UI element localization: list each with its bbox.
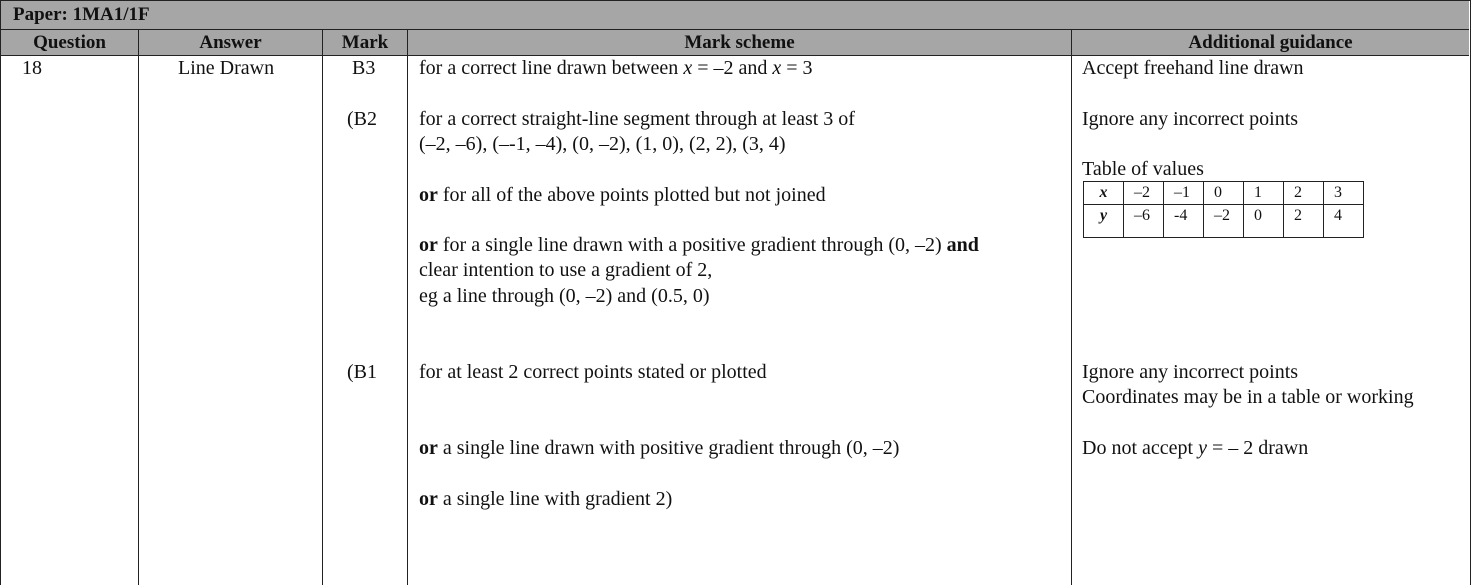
guidance-coordinates: Coordinates may be in a table or working: [1082, 386, 1414, 408]
frame-right-border: [1470, 0, 1471, 585]
scheme-b2-line1: for a correct straight-line segment thro…: [419, 108, 855, 130]
scheme-b2-or1-rest: for all of the above points plotted but …: [437, 184, 826, 206]
frame-left-border: [0, 0, 1, 585]
paper-title: Paper: 1MA1/1F: [13, 4, 150, 25]
column-divider: [138, 30, 139, 585]
paper-header-bar: Paper: 1MA1/1F: [1, 1, 1469, 30]
guidance-g6-post: = – 2 drawn: [1206, 437, 1309, 459]
table-row: y –6 -4 –2 0 2 4: [1083, 204, 1364, 238]
scheme-b3-var-x2: x: [772, 57, 782, 79]
scheme-b2-or2-line2: clear intention to use a gradient of 2,: [419, 259, 713, 281]
table-cell: 3: [1323, 181, 1364, 205]
table-of-values: x –2 –1 0 1 2 3 y –6 -4 –2 0 2 4: [1083, 181, 1364, 238]
question-number: 18: [22, 57, 42, 79]
scheme-b2-or1: or for all of the above points plotted b…: [419, 183, 826, 208]
guidance-g6-var: y: [1198, 437, 1207, 459]
scheme-b2-or2-rest: for a single line drawn with a positive …: [437, 234, 947, 256]
scheme-b1-or1: or a single line drawn with positive gra…: [419, 436, 899, 461]
guidance-freehand: Accept freehand line drawn: [1082, 57, 1304, 79]
guidance-ignore-incorrect: Ignore any incorrect points: [1082, 108, 1299, 130]
scheme-b2-line2: (–2, –6), (–-1, –4), (0, –2), (1, 0), (2…: [419, 133, 786, 155]
mark-scheme-page: Paper: 1MA1/1F Question Answer Mark Mark…: [0, 0, 1472, 585]
keyword-or: or: [419, 184, 438, 206]
keyword-or: or: [419, 234, 438, 256]
mark-b3: B3: [352, 57, 376, 79]
table-cell: -4: [1163, 204, 1204, 238]
guidance-g6-pre: Do not accept: [1082, 437, 1199, 459]
table-header-y: y: [1083, 204, 1124, 238]
keyword-or: or: [419, 437, 438, 459]
guidance-do-not-accept: Do not accept y = – 2 drawn: [1082, 436, 1308, 461]
scheme-b3-pre: for a correct line drawn between: [419, 57, 684, 79]
table-cell: 2: [1283, 204, 1324, 238]
column-divider: [322, 30, 323, 585]
column-divider: [1071, 30, 1072, 585]
scheme-b2-or2: or for a single line drawn with a positi…: [419, 233, 979, 258]
column-header-guidance: Additional guidance: [1072, 30, 1469, 56]
table-cell: 0: [1243, 204, 1284, 238]
keyword-and: and: [946, 234, 979, 256]
mark-b2: (B2: [347, 108, 377, 130]
column-divider: [407, 30, 408, 585]
table-cell: –6: [1123, 204, 1164, 238]
scheme-b1-or1-rest: a single line drawn with positive gradie…: [437, 437, 900, 459]
scheme-b2-or2-line3: eg a line through (0, –2) and (0.5, 0): [419, 285, 710, 307]
scheme-b1-or2: or a single line with gradient 2): [419, 487, 672, 512]
table-cell: 0: [1203, 181, 1244, 205]
table-cell: 4: [1323, 204, 1364, 238]
scheme-b3-text: for a correct line drawn between x = –2 …: [419, 56, 813, 81]
table-cell: –2: [1203, 204, 1244, 238]
scheme-b3-var-x1: x: [683, 57, 693, 79]
table-cell: –1: [1163, 181, 1204, 205]
scheme-b3-mid: = –2 and: [692, 57, 773, 79]
column-header-mark-scheme: Mark scheme: [408, 30, 1071, 56]
table-cell: –2: [1123, 181, 1164, 205]
guidance-table-title: Table of values: [1082, 158, 1204, 180]
column-header-mark: Mark: [323, 30, 407, 56]
table-cell: 2: [1283, 181, 1324, 205]
table-cell: 1: [1243, 181, 1284, 205]
keyword-or: or: [419, 488, 438, 510]
table-row: x –2 –1 0 1 2 3: [1083, 181, 1364, 205]
scheme-b3-post: = 3: [781, 57, 813, 79]
column-header-question: Question: [1, 30, 138, 56]
guidance-ignore-incorrect-b1: Ignore any incorrect points: [1082, 361, 1299, 383]
column-header-answer: Answer: [139, 30, 322, 56]
table-header-x: x: [1083, 181, 1124, 205]
answer-text: Line Drawn: [178, 57, 275, 79]
mark-b1: (B1: [347, 361, 377, 383]
scheme-b1-line1: for at least 2 correct points stated or …: [419, 361, 767, 383]
scheme-b1-or2-rest: a single line with gradient 2): [437, 488, 673, 510]
